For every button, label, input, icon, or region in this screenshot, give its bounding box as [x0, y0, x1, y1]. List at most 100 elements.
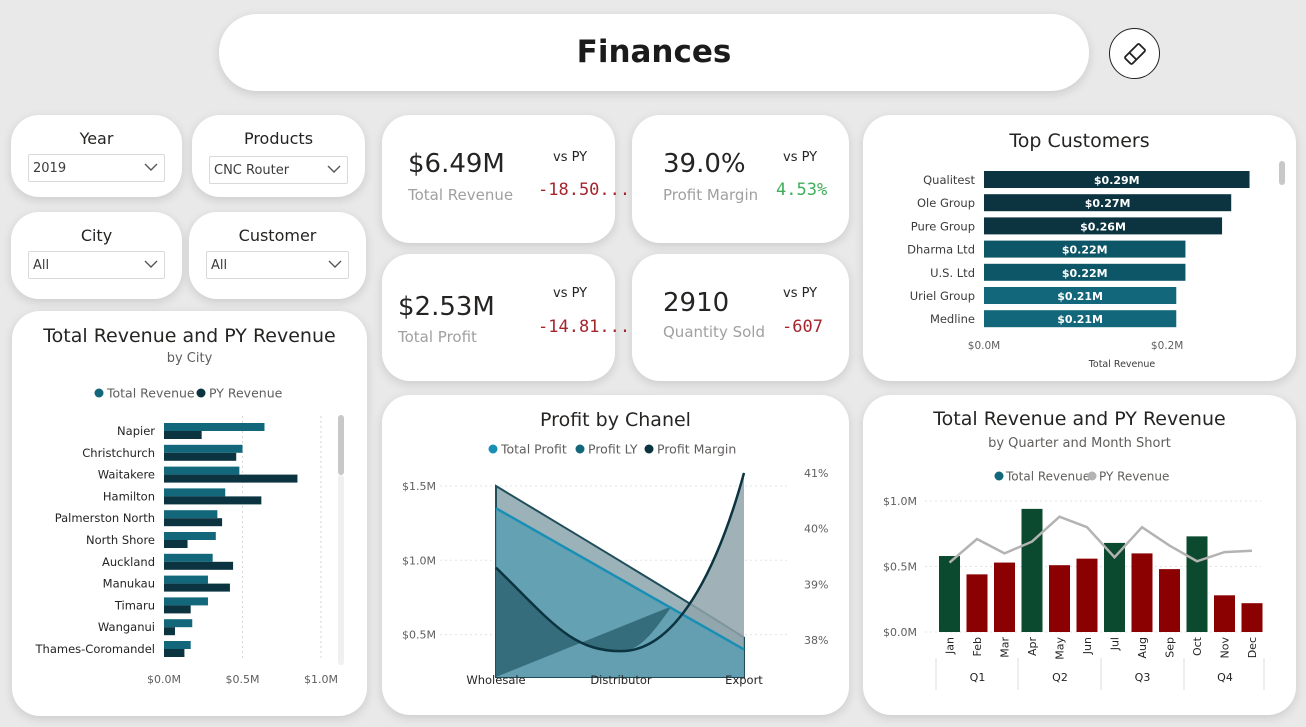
products-dropdown[interactable]: CNC Router: [209, 156, 348, 184]
category-label: Manukau: [103, 577, 155, 591]
legend-marker: [196, 388, 206, 398]
kpi-label: Profit Margin: [663, 186, 759, 204]
category-label: Distributor: [590, 673, 652, 687]
revenue-by-city-chart: Total Revenue PY Revenue $0.0M $0.5M $1.0M Na…: [35, 386, 344, 686]
category-label: Medline: [930, 312, 975, 326]
category-label: Auckland: [102, 555, 155, 569]
city-label: City: [80, 226, 113, 245]
top-customers-chart: Qualitest $0.29M Ole Group $0.27M Pure Group…: [907, 161, 1285, 370]
kpi-vs-label: vs PY: [553, 286, 588, 301]
kpi-delta: -14.81...: [538, 317, 631, 337]
data-label: $0.27M: [1085, 197, 1131, 210]
chevron-down-icon: [327, 165, 341, 173]
revenue-by-city-card: Total Revenue and PY Revenue by City Tot…: [12, 311, 367, 716]
scrollbar-thumb: [1279, 161, 1285, 185]
scrollbar-thumb: [338, 415, 344, 475]
tick-label: $0.2M: [1151, 340, 1183, 352]
category-label: Wholesale: [466, 673, 525, 687]
kpi-value: 39.0%: [663, 149, 746, 179]
kpi-profit-margin: 39.0% Profit Margin vs PY 4.53%: [632, 115, 849, 243]
bar: [966, 574, 988, 632]
page-title: Finances: [576, 34, 732, 70]
tick-label: $0.0M: [968, 340, 1000, 352]
category-label: Timaru: [114, 598, 155, 612]
bar: [164, 474, 298, 483]
month-label: Jan: [944, 637, 957, 655]
legend-marker: [94, 388, 104, 398]
bar: [939, 556, 960, 632]
bar: [994, 562, 1015, 632]
category-label: North Shore: [86, 533, 155, 547]
legend-label: Total Profit: [500, 442, 567, 457]
month-label: Mar: [999, 637, 1012, 658]
bar: [164, 532, 216, 540]
customer-slicer: Customer All: [189, 212, 366, 299]
chevron-down-icon: [328, 260, 342, 268]
tick-label: 40%: [804, 523, 828, 536]
data-label: $0.22M: [1062, 267, 1108, 280]
legend-label: Total Revenue: [106, 386, 195, 401]
bar: [164, 561, 234, 570]
bar: [164, 444, 243, 453]
bar: [1159, 569, 1180, 632]
quarter-label: Q3: [1135, 671, 1151, 684]
data-label: $0.29M: [1094, 174, 1140, 187]
month-label: Aug: [1136, 637, 1149, 658]
month-label: Apr: [1026, 637, 1039, 657]
kpi-delta: -607: [782, 317, 823, 337]
legend-label: Profit LY: [588, 442, 638, 457]
legend-marker: [1087, 471, 1097, 481]
category-label: U.S. Ltd: [930, 266, 975, 280]
month-label: May: [1054, 637, 1067, 660]
tick-label: $1.5M: [402, 480, 436, 493]
clear-filters-button[interactable]: [1109, 28, 1160, 79]
year-value: 2019: [33, 161, 67, 176]
city-dropdown[interactable]: All: [28, 251, 165, 279]
tick-label: $0.0M: [883, 626, 917, 639]
category-label: Export: [725, 673, 763, 687]
category-label: Pure Group: [911, 219, 975, 233]
bar: [1049, 565, 1070, 632]
quarter-label: Q1: [970, 671, 986, 684]
category-label: Christchurch: [82, 446, 155, 460]
products-label: Products: [243, 129, 314, 148]
legend-marker: [575, 444, 585, 454]
bar: [1076, 558, 1098, 632]
year-label: Year: [79, 129, 114, 148]
tick-label: $1.0M: [402, 554, 436, 567]
customer-dropdown[interactable]: All: [206, 251, 349, 279]
category-label: Dharma Ltd: [907, 243, 975, 257]
bar: [164, 518, 223, 527]
kpi-vs-label: vs PY: [553, 150, 588, 165]
bar: [164, 510, 218, 519]
bar: [164, 553, 213, 562]
data-label: $0.21M: [1057, 290, 1103, 303]
category-label: Thames-Coromandel: [35, 642, 155, 656]
category-label: Palmerston North: [55, 511, 155, 525]
category-label: Hamilton: [103, 489, 155, 503]
axis-label: Total Revenue: [1088, 359, 1156, 370]
eraser-icon: [1123, 42, 1146, 65]
tick-label: $0.5M: [883, 561, 917, 574]
category-label: Qualitest: [923, 173, 975, 187]
legend-label: PY Revenue: [209, 386, 283, 401]
profit-by-channel-chart: Total Profit Profit LY Profit Margin $0.5M $…: [402, 442, 828, 688]
bar: [164, 641, 191, 649]
bar: [164, 627, 175, 636]
month-label: Nov: [1219, 637, 1232, 659]
month-label: Dec: [1246, 637, 1259, 658]
city-slicer: City All: [11, 212, 182, 299]
kpi-total-revenue: $6.49M Total Revenue vs PY -18.50...: [382, 115, 630, 243]
bar: [1241, 603, 1263, 632]
chevron-down-icon: [144, 163, 158, 171]
year-dropdown[interactable]: 2019: [28, 154, 165, 182]
bar: [1186, 536, 1208, 632]
bar: [164, 496, 262, 505]
tick-label: 41%: [804, 467, 828, 480]
quarter-label: Q2: [1052, 671, 1068, 684]
customer-value: All: [211, 258, 228, 273]
profit-by-channel-card: Profit by Chanel Total Profit Profit LY Pr…: [382, 395, 849, 715]
tick-label: 39%: [804, 578, 828, 591]
tick-label: $0.0M: [147, 673, 181, 686]
year-slicer: Year 2019: [11, 115, 182, 197]
